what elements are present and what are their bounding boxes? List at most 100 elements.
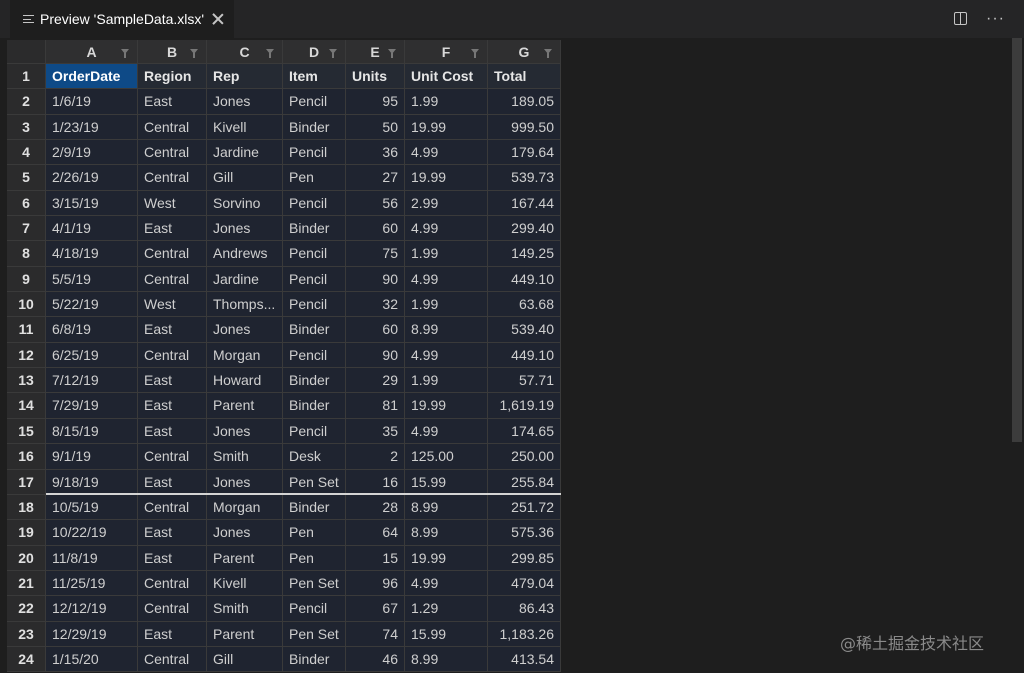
table-cell[interactable]: 60: [346, 216, 405, 242]
table-cell[interactable]: 2.99: [405, 190, 488, 217]
table-cell[interactable]: 56: [346, 190, 405, 217]
table-cell[interactable]: 57.71: [488, 368, 561, 394]
table-cell[interactable]: Sorvino: [207, 190, 283, 217]
filter-icon[interactable]: [388, 49, 396, 58]
table-cell[interactable]: 10/22/19: [46, 520, 138, 546]
table-cell[interactable]: Desk: [283, 444, 346, 470]
row-number[interactable]: 12: [7, 342, 46, 369]
table-cell[interactable]: Binder: [283, 216, 346, 242]
table-cell[interactable]: 575.36: [488, 520, 561, 546]
table-cell[interactable]: 299.40: [488, 216, 561, 242]
table-cell[interactable]: East: [138, 368, 207, 394]
row-number[interactable]: 20: [7, 545, 46, 571]
table-cell[interactable]: 1.99: [405, 241, 488, 267]
table-cell[interactable]: 19.99: [405, 545, 488, 571]
table-cell[interactable]: Kivell: [207, 570, 283, 597]
table-cell[interactable]: Pencil: [283, 418, 346, 445]
table-cell[interactable]: 60: [346, 317, 405, 343]
table-cell[interactable]: 86.43: [488, 596, 561, 622]
table-cell[interactable]: 255.84: [488, 469, 561, 495]
table-cell[interactable]: 6/25/19: [46, 342, 138, 369]
table-cell[interactable]: Jones: [207, 418, 283, 445]
table-cell[interactable]: East: [138, 469, 207, 495]
table-cell[interactable]: West: [138, 292, 207, 318]
table-cell[interactable]: East: [138, 89, 207, 115]
table-cell[interactable]: 90: [346, 342, 405, 369]
table-cell[interactable]: Morgan: [207, 494, 283, 521]
table-cell[interactable]: 4.99: [405, 140, 488, 166]
table-cell[interactable]: 4/18/19: [46, 241, 138, 267]
table-cell[interactable]: 174.65: [488, 418, 561, 445]
row-number[interactable]: 22: [7, 596, 46, 622]
table-cell[interactable]: 8.99: [405, 494, 488, 521]
corner-cell[interactable]: [7, 40, 46, 64]
table-cell[interactable]: 251.72: [488, 494, 561, 521]
table-cell[interactable]: Jardine: [207, 266, 283, 293]
table-cell[interactable]: East: [138, 216, 207, 242]
table-cell[interactable]: Smith: [207, 596, 283, 622]
filter-icon[interactable]: [329, 49, 337, 58]
table-cell[interactable]: 4.99: [405, 342, 488, 369]
table-cell[interactable]: Pen Set: [283, 570, 346, 597]
table-cell[interactable]: 1/15/20: [46, 646, 138, 673]
filter-icon[interactable]: [544, 49, 552, 58]
table-cell[interactable]: Jones: [207, 317, 283, 343]
row-number[interactable]: 15: [7, 418, 46, 445]
table-cell[interactable]: Central: [138, 342, 207, 369]
table-cell[interactable]: Thomps...: [207, 292, 283, 318]
header-cell[interactable]: Units: [346, 64, 405, 90]
filter-icon[interactable]: [266, 49, 274, 58]
table-cell[interactable]: 189.05: [488, 89, 561, 115]
table-cell[interactable]: 8.99: [405, 520, 488, 546]
table-cell[interactable]: 125.00: [405, 444, 488, 470]
table-cell[interactable]: 81: [346, 393, 405, 419]
column-header-b[interactable]: B: [138, 40, 207, 64]
table-cell[interactable]: 4.99: [405, 216, 488, 242]
row-number[interactable]: 23: [7, 621, 46, 647]
table-cell[interactable]: 5/5/19: [46, 266, 138, 293]
table-cell[interactable]: 999.50: [488, 114, 561, 141]
table-cell[interactable]: 1.99: [405, 292, 488, 318]
table-cell[interactable]: 1/23/19: [46, 114, 138, 141]
table-cell[interactable]: 5/22/19: [46, 292, 138, 318]
table-cell[interactable]: Central: [138, 165, 207, 191]
filter-icon[interactable]: [121, 49, 129, 58]
table-cell[interactable]: East: [138, 317, 207, 343]
table-cell[interactable]: 250.00: [488, 444, 561, 470]
table-cell[interactable]: Pencil: [283, 241, 346, 267]
vertical-scrollbar[interactable]: [1012, 38, 1022, 442]
table-cell[interactable]: 2: [346, 444, 405, 470]
table-cell[interactable]: 15.99: [405, 469, 488, 495]
table-cell[interactable]: Pen Set: [283, 621, 346, 647]
table-cell[interactable]: East: [138, 621, 207, 647]
table-cell[interactable]: 29: [346, 368, 405, 394]
table-cell[interactable]: 35: [346, 418, 405, 445]
table-cell[interactable]: 19.99: [405, 114, 488, 141]
row-number[interactable]: 1: [7, 64, 46, 90]
table-cell[interactable]: 9/18/19: [46, 469, 138, 495]
table-cell[interactable]: 479.04: [488, 570, 561, 597]
table-cell[interactable]: 32: [346, 292, 405, 318]
column-header-a[interactable]: A: [46, 40, 138, 64]
table-cell[interactable]: Pencil: [283, 266, 346, 293]
table-cell[interactable]: Central: [138, 444, 207, 470]
table-cell[interactable]: Central: [138, 114, 207, 141]
table-cell[interactable]: 16: [346, 469, 405, 495]
row-number[interactable]: 6: [7, 190, 46, 217]
table-cell[interactable]: 179.64: [488, 140, 561, 166]
row-number[interactable]: 17: [7, 469, 46, 495]
row-number[interactable]: 9: [7, 266, 46, 293]
row-number[interactable]: 14: [7, 393, 46, 419]
table-cell[interactable]: 15: [346, 545, 405, 571]
table-cell[interactable]: 299.85: [488, 545, 561, 571]
table-cell[interactable]: 7/12/19: [46, 368, 138, 394]
close-icon[interactable]: [212, 13, 224, 25]
table-cell[interactable]: 67: [346, 596, 405, 622]
row-number[interactable]: 2: [7, 89, 46, 115]
table-cell[interactable]: Pencil: [283, 140, 346, 166]
row-number[interactable]: 18: [7, 494, 46, 521]
table-cell[interactable]: Central: [138, 494, 207, 521]
table-cell[interactable]: Pen: [283, 165, 346, 191]
table-cell[interactable]: Pencil: [283, 292, 346, 318]
table-cell[interactable]: 1.99: [405, 89, 488, 115]
